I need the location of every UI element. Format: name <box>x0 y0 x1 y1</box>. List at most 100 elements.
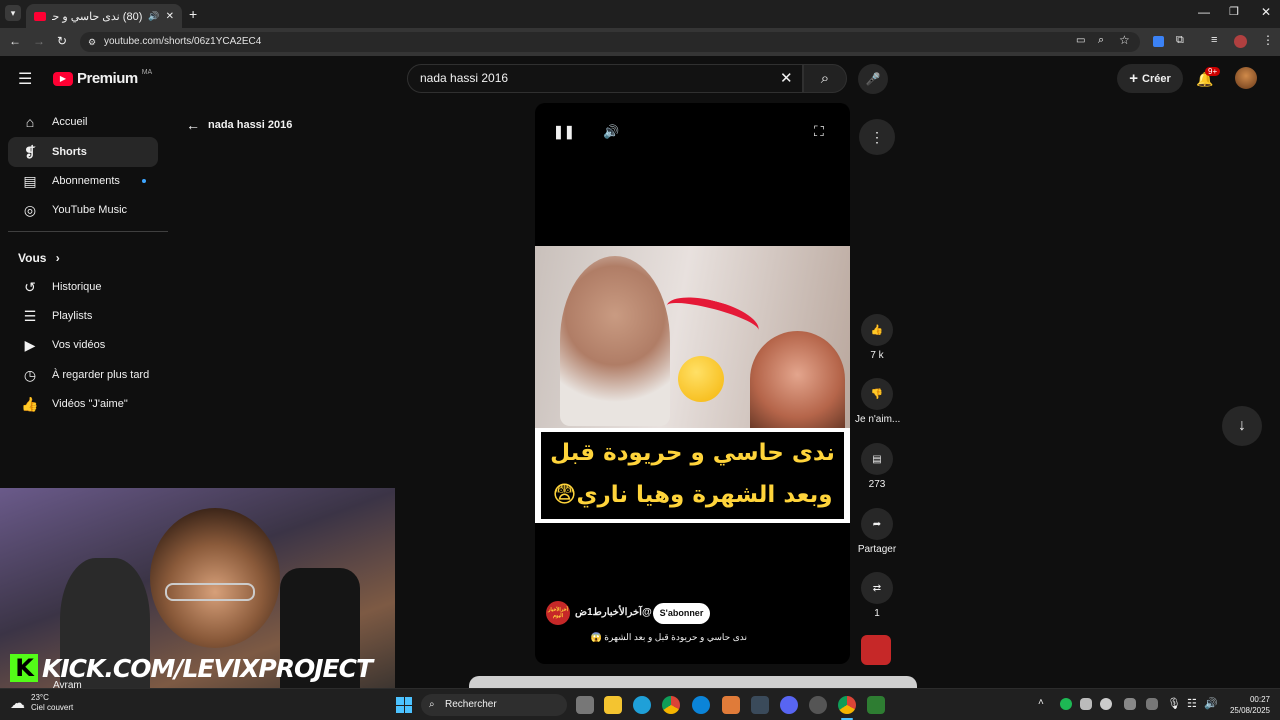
you-section-header[interactable]: Vous › <box>18 251 60 265</box>
sidebar-item-shorts[interactable]: ❡ Shorts <box>8 137 158 167</box>
share-action[interactable]: ➦ Partager <box>855 508 899 555</box>
search-input[interactable]: nada hassi 2016 ✕ <box>407 64 803 93</box>
extensions-puzzle-icon[interactable]: ⧉ <box>1176 34 1184 47</box>
notification-badge: 9+ <box>1205 67 1221 76</box>
tray-bluetooth-icon[interactable] <box>1146 698 1158 710</box>
channel-handle[interactable]: @آخرالأخبارط1ض <box>575 607 652 618</box>
caption-box: ندى حاسي و حريودة قبل وبعد الشهرة وهيا ن… <box>541 432 844 519</box>
create-button[interactable]: + Créer <box>1117 64 1183 93</box>
chrome-active-icon[interactable] <box>838 696 856 714</box>
tray-chevron-icon[interactable]: ˄ <box>1038 697 1044 708</box>
sidebar-item-label: Historique <box>52 281 102 293</box>
pause-button[interactable]: ❚❚ <box>553 124 575 140</box>
thumbs-up-icon: 👍 <box>21 395 39 412</box>
zoom-icon[interactable]: ⌕ <box>1098 34 1104 47</box>
logo-text: Premium <box>77 70 138 87</box>
forward-icon[interactable]: → <box>33 34 45 48</box>
close-window-button[interactable]: ✕ <box>1261 5 1271 19</box>
sidebar-item-youtube-music[interactable]: ◎ YouTube Music <box>8 195 158 225</box>
app-shield-icon[interactable] <box>722 696 740 714</box>
clock-widget[interactable]: 00:27 25/08/2025 <box>1226 694 1270 716</box>
chevron-right-icon: › <box>55 251 60 265</box>
search-back-link[interactable]: ← nada hassi 2016 <box>186 117 292 133</box>
voice-search-button[interactable]: 🎤 <box>858 64 888 94</box>
cast-icon[interactable]: ▭ <box>1076 35 1085 46</box>
browser-tab[interactable]: (80) ندى حاسي و حريودة قبل 🔊 ✕ <box>26 4 182 28</box>
tray-mic-icon[interactable]: 🎙 <box>1167 697 1181 710</box>
microphone-icon: 🎤 <box>865 72 881 86</box>
tray-steam-icon[interactable] <box>1100 698 1112 710</box>
clock-date: 25/08/2025 <box>1229 706 1270 715</box>
taskbar-search[interactable]: ⌕ Rechercher <box>421 694 567 716</box>
kick-url-text: KICK.COM/LEVIXPROJECT <box>42 653 373 683</box>
more-options-button[interactable]: ⋮ <box>859 119 895 155</box>
sidebar-item-historique[interactable]: ↺ Historique <box>8 272 158 302</box>
sidebar-item-abonnements[interactable]: ▤ Abonnements <box>8 166 158 196</box>
video-description[interactable]: ندى حاسي و حريودة قبل و بعد الشهرة 😱 <box>547 632 747 643</box>
channel-avatar[interactable]: آخرالأخبار اليوم <box>546 601 570 625</box>
sidebar-item-watch-later[interactable]: ◷ À regarder plus tard <box>8 360 158 390</box>
new-tab-button[interactable]: + <box>189 6 197 22</box>
fullscreen-button[interactable]: ⛶ <box>814 123 824 140</box>
url-field[interactable]: ⚙ youtube.com/shorts/06z1YCA2EC4 <box>80 32 1140 52</box>
tray-volume-icon[interactable]: 🔊 <box>1204 697 1218 710</box>
your-videos-icon: ▶ <box>24 336 36 353</box>
bookmark-star-icon[interactable]: ☆ <box>1119 33 1130 47</box>
clear-search-icon[interactable]: ✕ <box>780 65 793 92</box>
account-avatar[interactable] <box>1235 67 1257 89</box>
hamburger-menu-icon[interactable]: ☰ <box>18 69 32 89</box>
comment-icon[interactable]: ▤ <box>861 443 893 475</box>
start-button[interactable] <box>396 697 412 713</box>
close-tab-icon[interactable]: ✕ <box>166 11 174 22</box>
site-info-icon[interactable]: ⚙ <box>88 32 96 52</box>
remix-icon[interactable]: ⇄ <box>861 572 893 604</box>
edge-icon[interactable] <box>633 696 651 714</box>
subscribe-button[interactable]: S'abonner <box>653 603 710 624</box>
sidebar-item-accueil[interactable]: ⌂ Accueil <box>8 107 158 137</box>
sidebar-item-vos-videos[interactable]: ▶ Vos vidéos <box>8 330 158 360</box>
notifications-button[interactable]: 🔔 9+ <box>1196 67 1221 88</box>
browser-menu-icon[interactable]: ⋮ <box>1262 33 1274 47</box>
next-short-button[interactable]: ↓ <box>1222 406 1262 446</box>
minimize-button[interactable]: — <box>1198 5 1210 19</box>
weather-widget[interactable]: ☁ 23°C Ciel couvert <box>10 693 73 713</box>
discord-icon[interactable] <box>780 696 798 714</box>
thumbs-up-icon[interactable]: 👍 <box>861 314 893 346</box>
tray-wifi-icon[interactable]: ☷ <box>1187 697 1197 710</box>
sound-source-thumbnail[interactable] <box>861 635 891 665</box>
thumbs-down-icon[interactable]: 👎 <box>861 378 893 410</box>
sidebar-item-playlists[interactable]: ☰ Playlists <box>8 301 158 331</box>
search-button[interactable]: ⌕ <box>803 64 847 93</box>
like-action[interactable]: 👍 7 k <box>855 314 899 361</box>
dislike-action[interactable]: 👎 Je n'aim... <box>855 378 900 425</box>
youtube-logo[interactable]: ▶ Premium MA <box>53 69 152 87</box>
file-explorer-icon[interactable] <box>604 696 622 714</box>
sidebar-item-liked-videos[interactable]: 👍 Vidéos "J'aime" <box>8 389 158 419</box>
flushed-emoji-graphic <box>678 356 724 402</box>
sidebar-item-label: Vos vidéos <box>52 339 106 351</box>
volume-button[interactable]: 🔊 <box>603 124 619 140</box>
app-play-icon[interactable] <box>867 696 885 714</box>
reload-icon[interactable]: ↻ <box>57 34 67 48</box>
tray-app-icon[interactable] <box>1080 698 1092 710</box>
tray-spotify-icon[interactable] <box>1060 698 1072 710</box>
remix-action[interactable]: ⇄ 1 <box>855 572 899 619</box>
tray-network-icon[interactable] <box>1124 698 1136 710</box>
maximize-button[interactable]: ❐ <box>1229 5 1239 18</box>
profile-avatar[interactable] <box>1234 35 1247 48</box>
app-gear-icon[interactable] <box>809 696 827 714</box>
task-view-icon[interactable] <box>576 696 594 714</box>
share-arrow-icon[interactable]: ➦ <box>861 508 893 540</box>
chrome-icon[interactable] <box>662 696 680 714</box>
back-icon[interactable]: ← <box>9 34 21 48</box>
media-control-icon[interactable]: ≡ <box>1211 34 1217 46</box>
you-section-title: Vous <box>18 251 47 265</box>
cloud-icon: ☁ <box>10 695 25 712</box>
shorts-player[interactable]: ❚❚ 🔊 ⛶ ندى حاسي و حريودة قبل وبعد الشهرة… <box>535 103 850 664</box>
extension-icon[interactable] <box>1153 36 1164 47</box>
app-k-icon[interactable] <box>751 696 769 714</box>
playlists-icon: ☰ <box>23 307 37 324</box>
app-circle-icon[interactable] <box>692 696 710 714</box>
comments-action[interactable]: ▤ 273 <box>855 443 899 490</box>
tab-list-button[interactable]: ▾ <box>5 5 21 21</box>
